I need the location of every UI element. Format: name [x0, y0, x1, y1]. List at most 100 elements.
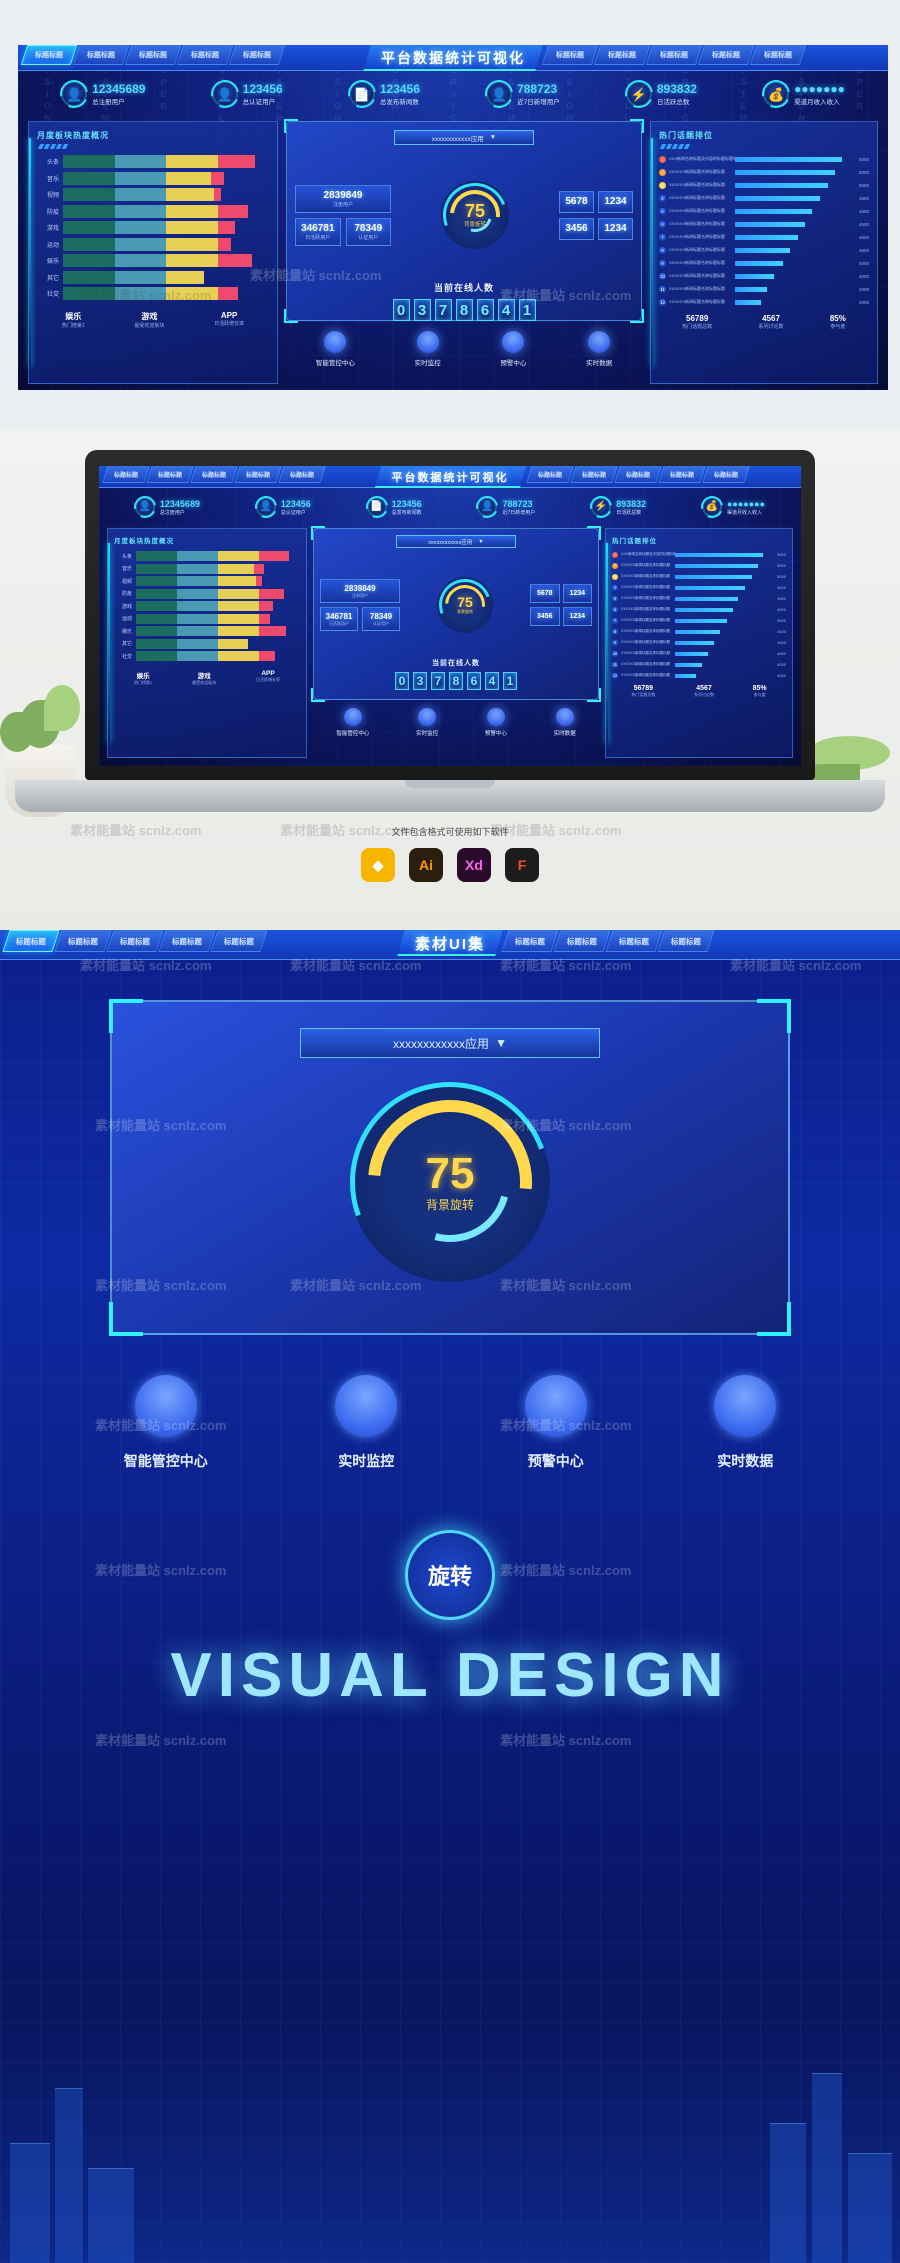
kpi-label: 近7日新增用户: [502, 509, 536, 516]
rank-row[interactable]: 4 XXXXXX新闻标题名称标题标题 4500: [612, 583, 786, 592]
rank-row[interactable]: 9 XXXXXX新闻标题名称标题标题 4000: [659, 258, 869, 269]
nav-item-warning[interactable]: 预警中心: [524, 1375, 587, 1471]
rank-topic-text: XXXXXX新闻标题名称标题标题: [669, 247, 726, 253]
hero-tab-5[interactable]: 标题标题: [501, 930, 559, 952]
center-gauge-panel-mirror: xxxxxxxxxxxx应用 ▼ 2839849 注册用户 346781 日活跃…: [311, 526, 601, 702]
rank-row[interactable]: 12 XXXXXX新闻标题名称标题标题 4000: [612, 671, 786, 680]
hero-tab-2[interactable]: 标题标题: [106, 930, 164, 952]
header-tab-9[interactable]: 标题标题: [749, 45, 807, 65]
chevron-down-icon: ▼: [495, 1036, 507, 1050]
header-tab-5[interactable]: 标题标题: [541, 45, 599, 65]
hero-tab-6[interactable]: 标题标题: [553, 930, 611, 952]
stat-box: 1234: [598, 217, 633, 240]
rank-row[interactable]: 12 XXXXXX新闻标题名称标题标题 4000: [659, 297, 869, 308]
nav-item-data[interactable]: 实时数据: [554, 708, 576, 737]
header-tab-8[interactable]: 标题标题: [697, 45, 755, 65]
nav-label: 实时数据: [717, 1453, 774, 1469]
rank-row[interactable]: 5 XXXXXX新闻标题名称标题标题 4500: [659, 206, 869, 217]
rank-row[interactable]: 2 XXXXXX新闻标题名称标题标题 5000: [659, 167, 869, 178]
nav-item-monitor[interactable]: 实时监控: [415, 331, 441, 367]
header-tab-m0[interactable]: 标题标题: [102, 466, 150, 483]
header-tab-1[interactable]: 标题标题: [72, 45, 130, 65]
watermark: 素材能量站 scnlz.com: [500, 1563, 632, 1578]
header-tab-m5[interactable]: 标题标题: [525, 466, 574, 483]
header-tab-m2[interactable]: 标题标题: [190, 466, 238, 483]
nav-item-control-center[interactable]: 智能管控中心: [316, 331, 355, 367]
legend-item: APP 日活跃增长率: [214, 311, 244, 329]
rank-topic-text: XXXXXX新闻标题名称标题标题: [621, 618, 671, 622]
nav-item-control-center[interactable]: 智能管控中心: [124, 1375, 208, 1471]
rank-row[interactable]: 10 XXXXXX新闻标题名称标题标题 4000: [659, 271, 869, 282]
kpi-label: 渠道月收入收入: [726, 509, 762, 516]
nav-item-data[interactable]: 实时数据: [714, 1375, 777, 1471]
hero-tab-4[interactable]: 标题标题: [210, 930, 268, 952]
nav-item-data[interactable]: 实时数据: [586, 331, 612, 367]
rank-bar: [675, 552, 764, 557]
bar-row: 游戏: [114, 601, 300, 611]
nav-item-warning[interactable]: 预警中心: [500, 331, 526, 367]
rank-number-badge: 2: [612, 562, 618, 569]
header-tab-m4[interactable]: 标题标题: [278, 466, 326, 483]
hero-tab-8[interactable]: 标题标题: [657, 930, 715, 952]
rank-row[interactable]: 11 XXXXXX新闻标题名称标题标题 4000: [612, 660, 786, 669]
stat-box: 5678: [530, 584, 560, 603]
header-tab-6[interactable]: 标题标题: [593, 45, 651, 65]
bar-category-label: 社交: [121, 653, 132, 660]
header-tab-label: 标题标题: [114, 473, 139, 479]
hero-tab-7[interactable]: 标题标题: [605, 930, 663, 952]
header-tab-0[interactable]: 标题标题: [20, 45, 78, 65]
rank-row[interactable]: 3 XXXXXX新闻标题名称标题标题 5000: [612, 572, 786, 581]
header-tab-7[interactable]: 标题标题: [645, 45, 703, 65]
rank-bar: [735, 195, 820, 201]
rank-row[interactable]: 11 XXXXXX新闻标题名称标题标题 4000: [659, 284, 869, 295]
rank-bar-wrap: [675, 618, 771, 623]
rank-row[interactable]: 6 XXXXXX新闻标题名称标题标题 4500: [659, 219, 869, 230]
header-tab-m9[interactable]: 标题标题: [701, 466, 750, 483]
rank-row[interactable]: 8 XXXXXX新闻标题名称标题标题 4500: [659, 245, 869, 256]
rank-row[interactable]: 7 XXXXXX新闻标题名称标题标题 4500: [659, 232, 869, 243]
app-selector-mirror[interactable]: xxxxxxxxxxxx应用 ▼: [396, 535, 516, 548]
rank-row[interactable]: 6 XXXXXX新闻标题名称标题标题 4500: [612, 605, 786, 614]
nav-item-monitor[interactable]: 实时监控: [416, 708, 438, 737]
header-tab-m7[interactable]: 标题标题: [613, 466, 662, 483]
bar-segment: [177, 613, 218, 624]
hero-tab-1[interactable]: 标题标题: [54, 930, 112, 952]
rank-row[interactable]: 1XXX新闻名称标题及内容的标题标题标题 5000: [659, 154, 869, 165]
rank-row[interactable]: 1XXX新闻名称标题及内容的标题标题标题 5000: [612, 550, 786, 559]
xd-icon[interactable]: Xd: [457, 848, 491, 882]
rank-row[interactable]: 4 XXXXXX新闻标题名称标题标题 4500: [659, 193, 869, 204]
nav-item-monitor[interactable]: 实时监控: [335, 1375, 398, 1471]
legend-item: 娱乐 热门榜第1: [62, 311, 85, 329]
rank-bar-wrap: [735, 208, 851, 214]
online-digit: 8: [455, 299, 473, 321]
header-tab-3[interactable]: 标题标题: [176, 45, 234, 65]
rank-row[interactable]: 5 XXXXXX新闻标题名称标题标题 4500: [612, 594, 786, 603]
nav-item-warning[interactable]: 预警中心: [485, 708, 507, 737]
rotate-badge[interactable]: 旋转: [405, 1530, 495, 1620]
nav-item-control-center[interactable]: 智能管控中心: [336, 708, 369, 737]
illustrator-icon[interactable]: Ai: [409, 848, 443, 882]
rank-row[interactable]: 2 XXXXXX新闻标题名称标题标题 5000: [612, 561, 786, 570]
header-tab-m8[interactable]: 标题标题: [657, 466, 706, 483]
figma-icon[interactable]: F: [505, 848, 539, 882]
rank-row[interactable]: 8 XXXXXX新闻标题名称标题标题 4500: [612, 627, 786, 636]
header-tab-m3[interactable]: 标题标题: [234, 466, 282, 483]
bar-segment: [259, 601, 273, 611]
rank-row[interactable]: 7 XXXXXX新闻标题名称标题标题 4500: [612, 616, 786, 625]
header-tab-m6[interactable]: 标题标题: [569, 466, 618, 483]
header-tab-2[interactable]: 标题标题: [124, 45, 182, 65]
rank-row[interactable]: 9 XXXXXX新闻标题名称标题标题 4000: [612, 638, 786, 647]
rank-row[interactable]: 3 XXXXXX新闻标题名称标题标题 5000: [659, 180, 869, 191]
header-tab-label: 标题标题: [608, 52, 636, 59]
hero-app-selector[interactable]: xxxxxxxxxxxx应用 ▼: [300, 1028, 600, 1058]
stat-box: 2839849 注册用户: [295, 184, 391, 213]
hero-tab-3[interactable]: 标题标题: [158, 930, 216, 952]
nav-label: 实时数据: [553, 731, 576, 737]
rank-bar-wrap: [675, 662, 771, 667]
hero-tab-0[interactable]: 标题标题: [2, 930, 60, 952]
header-tab-4[interactable]: 标题标题: [228, 45, 286, 65]
rank-row[interactable]: 10 XXXXXX新闻标题名称标题标题 4000: [612, 649, 786, 658]
sketch-icon[interactable]: ◆: [361, 848, 395, 882]
header-tab-m1[interactable]: 标题标题: [146, 466, 194, 483]
app-selector[interactable]: xxxxxxxxxxxx应用 ▼: [394, 130, 534, 145]
